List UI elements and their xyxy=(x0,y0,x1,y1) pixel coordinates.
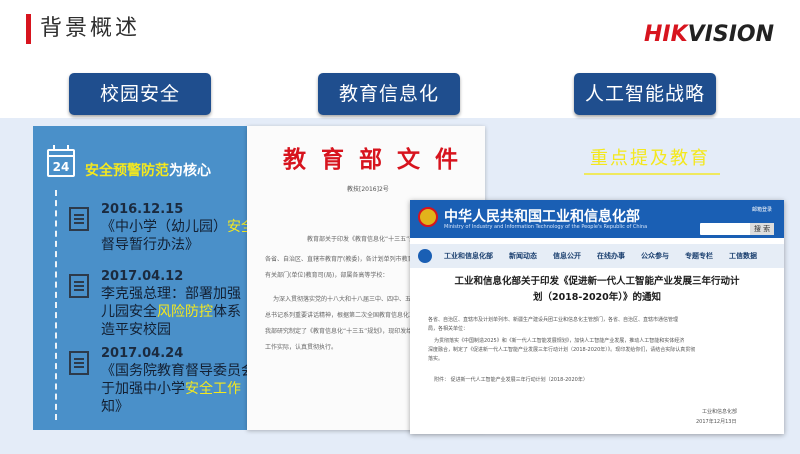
panel-title: 安全预警防范为核心 xyxy=(85,163,211,179)
ai-highlight-text: 重点提及教育 xyxy=(590,148,710,169)
document-red-title: 教育部文件 xyxy=(283,146,473,173)
event-text: 李克强总理：部署加强 儿园安全风险防控体系 造平安校园 xyxy=(101,286,241,338)
campus-safety-panel: 24 安全预警防范为核心 2016.12.15 《中小学（幼儿园）安全 督导暂行… xyxy=(33,126,255,430)
miit-article-title: 工业和信息化部关于印发《促进新一代人工智能产业发展三年行动计 划（2018-20… xyxy=(454,276,740,303)
hikvision-logo: HIKVISION xyxy=(643,22,774,47)
miit-body-line: 各省、自治区、直辖市及计划单列市、新疆生产建设兵团工业和信息化主管部门，各省、自… xyxy=(428,317,679,323)
document-line: 有关部门(单位)教育司(局)，部属各高等学校： xyxy=(265,272,389,279)
event-text: 《中小学（幼儿园）安全 督导暂行办法》 xyxy=(101,219,255,253)
document-line: 总书记系列重要讲话精神，根据第二次全国教育信息化工作电 xyxy=(265,312,428,319)
home-icon[interactable] xyxy=(418,249,432,263)
nav-item[interactable]: 信息公开 xyxy=(553,251,581,261)
national-emblem-icon xyxy=(418,207,438,227)
miit-webpage-screenshot: 中华人民共和国工业和信息化部 Ministry of Industry and … xyxy=(410,200,784,434)
event-date: 2016.12.15 xyxy=(101,202,184,217)
document-number: 教技[2016]2号 xyxy=(347,186,389,193)
event-date: 2017.04.24 xyxy=(101,346,184,361)
pill-ai-strategy[interactable]: 人工智能战略 xyxy=(574,73,716,115)
miit-signature-date: 2017年12月13日 xyxy=(696,419,737,425)
calendar-icon: 24 xyxy=(47,145,75,177)
nav-item[interactable]: 公众参与 xyxy=(641,251,669,261)
miit-mail-login[interactable]: 邮箱登录 xyxy=(752,206,772,213)
miit-body-line: 深度融合，制定了《促进新一代人工智能产业发展三年行动计划（2018-2020年）… xyxy=(428,347,696,353)
pill-education-informatization[interactable]: 教育信息化 xyxy=(318,73,460,115)
document-line: 教育部关于印发《教育信息化“十三五”规 xyxy=(307,236,416,243)
document-icon xyxy=(69,207,89,231)
nav-item[interactable]: 专题专栏 xyxy=(685,251,713,261)
miit-nav-bar: 工业和信息化部 新闻动态 信息公开 在线办事 公众参与 专题专栏 工信数据 xyxy=(410,244,784,268)
miit-header: 中华人民共和国工业和信息化部 Ministry of Industry and … xyxy=(410,200,784,238)
document-icon xyxy=(69,274,89,298)
miit-site-subtitle: Ministry of Industry and Information Tec… xyxy=(444,224,648,230)
event-text: 《国务院教育督导委员会 于加强中小学安全工作 知》 xyxy=(101,363,255,415)
miit-body-line: 为贯彻落实《中国制造2025》和《新一代人工智能发展规划》，加快人工智能产业发展… xyxy=(434,338,685,344)
document-line: 为深入贯彻落实党的十八大和十八届三中、四中、五中全会 xyxy=(273,296,430,303)
ai-highlight-underline xyxy=(584,173,720,175)
pill-campus-safety[interactable]: 校园安全 xyxy=(69,73,211,115)
miit-signature-org: 工业和信息化部 xyxy=(702,409,738,415)
document-line: 我部研究制定了《教育信息化“十三五”规划》，现印发给你们 xyxy=(265,328,425,335)
timeline-line xyxy=(55,190,57,420)
miit-body-line: 局，各相关单位： xyxy=(428,326,469,332)
title-accent-bar xyxy=(26,14,31,44)
miit-body-line: 落实。 xyxy=(428,356,444,362)
miit-search-button[interactable]: 搜 索 xyxy=(750,223,774,235)
page-title: 背景概述 xyxy=(40,16,141,41)
event-date: 2017.04.12 xyxy=(101,269,184,284)
document-icon xyxy=(69,351,89,375)
nav-item[interactable]: 工业和信息化部 xyxy=(444,251,493,261)
document-line: 各省、自治区、直辖市教育厅(教委)，各计划单列市教育局，新 xyxy=(265,256,432,263)
miit-site-title: 中华人民共和国工业和信息化部 xyxy=(444,209,640,225)
document-line: 工作实际，认真贯彻执行。 xyxy=(265,344,338,351)
nav-item[interactable]: 在线办事 xyxy=(597,251,625,261)
miit-attachment[interactable]: 附件： 促进新一代人工智能产业发展三年行动计划（2018-2020年） xyxy=(434,376,588,383)
nav-item[interactable]: 工信数据 xyxy=(729,251,757,261)
nav-item[interactable]: 新闻动态 xyxy=(509,251,537,261)
